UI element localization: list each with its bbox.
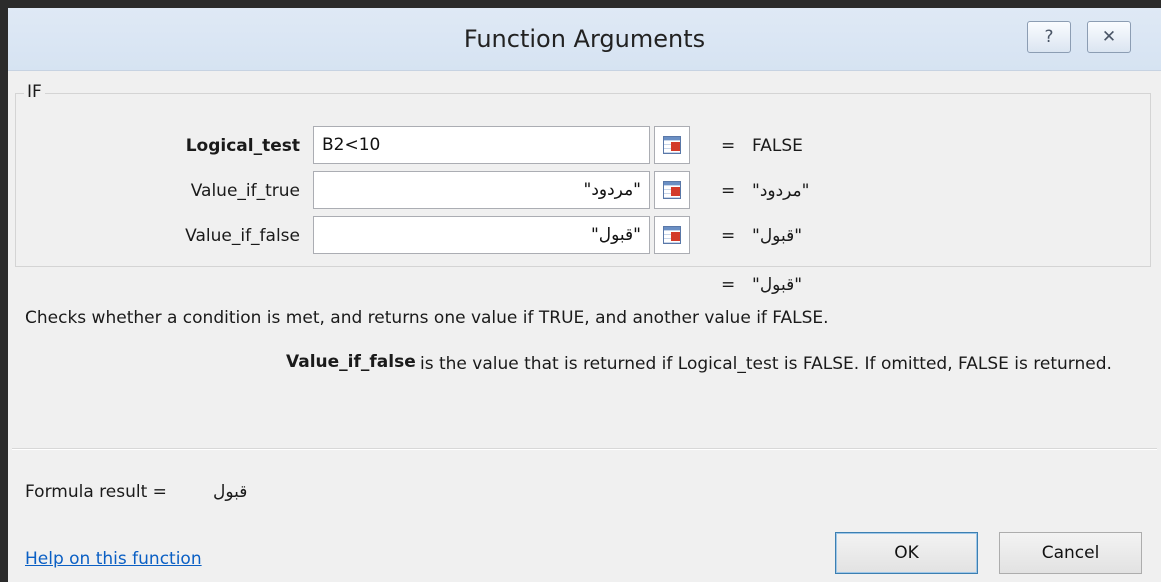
collapse-dialog-button-logical-test[interactable] — [654, 126, 690, 164]
argument-help-text: is the value that is returned if Logical… — [420, 354, 1112, 374]
logical-test-input[interactable]: B2<10 — [313, 126, 650, 164]
collapse-dialog-button-value-if-true[interactable] — [654, 171, 690, 209]
arg-label-value-if-false: Value_if_false — [185, 226, 300, 246]
equals-sign: = — [721, 181, 736, 201]
arg-label-logical-test: Logical_test — [185, 136, 300, 156]
function-description: Checks whether a condition is met, and r… — [25, 308, 829, 328]
range-select-icon — [663, 181, 681, 199]
logical-test-result: FALSE — [752, 136, 803, 156]
help-on-function-link[interactable]: Help on this function — [25, 549, 202, 569]
value-if-true-input[interactable]: "مردود" — [313, 171, 650, 209]
range-select-icon — [663, 136, 681, 154]
close-button[interactable]: ✕ — [1087, 21, 1131, 53]
ok-button[interactable]: OK — [835, 532, 978, 574]
formula-result-value: قبول — [213, 482, 248, 502]
value-if-true-result: "مردود" — [752, 181, 810, 201]
function-overall-result: "قبول" — [752, 275, 803, 295]
function-name-label: IF — [24, 82, 45, 102]
window-left-edge — [0, 0, 8, 582]
window-top-edge — [0, 0, 1161, 8]
equals-sign: = — [721, 226, 736, 246]
equals-sign: = — [721, 275, 736, 295]
close-icon: ✕ — [1101, 27, 1117, 47]
dialog-title: Function Arguments — [463, 25, 706, 53]
value-if-false-result: "قبول" — [752, 226, 803, 246]
title-bar[interactable]: Function Arguments ? ✕ — [8, 8, 1161, 71]
help-button[interactable]: ? — [1027, 21, 1071, 53]
collapse-dialog-button-value-if-false[interactable] — [654, 216, 690, 254]
divider — [12, 448, 1157, 450]
equals-sign: = — [721, 136, 736, 156]
function-arguments-dialog: Function Arguments ? ✕ IF Logical_test B… — [8, 8, 1161, 582]
cancel-button[interactable]: Cancel — [999, 532, 1142, 574]
argument-help-name: Value_if_false — [286, 352, 416, 372]
formula-result-label: Formula result = — [25, 482, 167, 502]
range-select-icon — [663, 226, 681, 244]
question-icon: ? — [1044, 27, 1054, 47]
value-if-false-input[interactable]: "قبول" — [313, 216, 650, 254]
arg-label-value-if-true: Value_if_true — [190, 181, 300, 201]
